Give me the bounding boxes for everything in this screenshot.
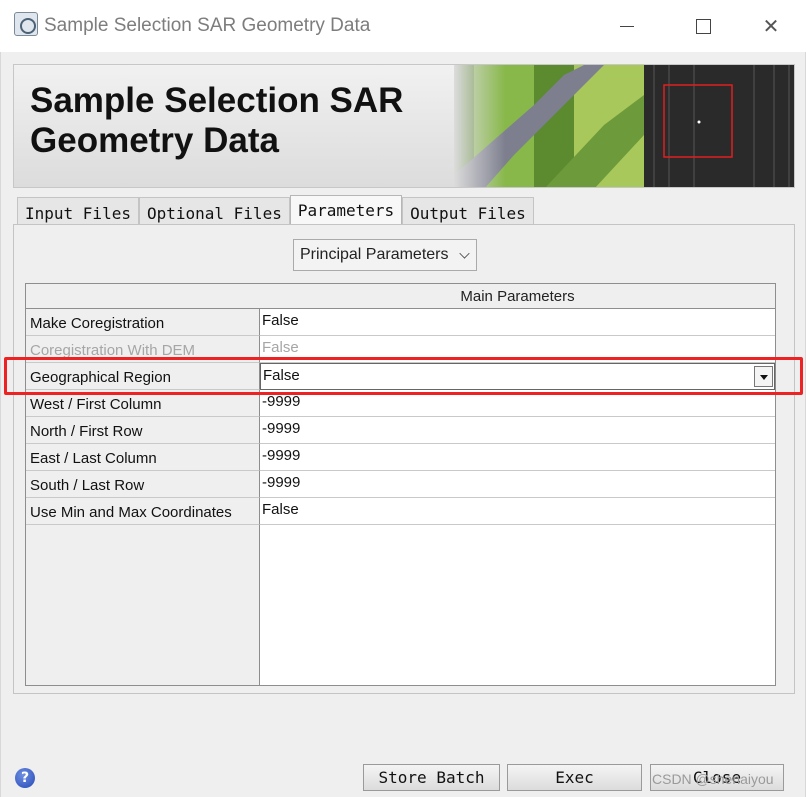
- row-value[interactable]: -9999: [260, 417, 775, 444]
- help-icon[interactable]: ?: [15, 768, 35, 788]
- window-title: Sample Selection SAR Geometry Data: [44, 15, 371, 36]
- close-window-button[interactable]: ✕: [748, 8, 794, 44]
- store-batch-button[interactable]: Store Batch: [363, 764, 500, 791]
- table-row: South / Last Row -9999: [26, 471, 775, 498]
- minimize-button[interactable]: [604, 8, 650, 44]
- row-value-dropdown[interactable]: False: [260, 363, 775, 390]
- banner-sar-image: [454, 65, 794, 187]
- tab-input-files[interactable]: Input Files: [17, 197, 139, 225]
- parameters-table: Main Parameters Make Coregistration Fals…: [25, 283, 776, 686]
- row-value: False: [260, 336, 775, 363]
- minimize-icon: [620, 25, 634, 27]
- app-icon: [14, 12, 38, 36]
- maximize-icon: [695, 18, 711, 34]
- close-icon: ✕: [762, 14, 780, 38]
- table-column-header: Main Parameters: [260, 284, 775, 309]
- row-label: North / First Row: [26, 417, 260, 444]
- table-row: Geographical Region False: [26, 363, 775, 390]
- parameter-section-label: Principal Parameters: [300, 246, 449, 263]
- dropdown-arrow-icon[interactable]: [754, 366, 773, 387]
- row-value: False: [263, 367, 300, 384]
- row-value[interactable]: -9999: [260, 390, 775, 417]
- table-row: East / Last Column -9999: [26, 444, 775, 471]
- main-panel: Sample Selection SAR Geometry Data Input…: [0, 52, 806, 797]
- table-row: Use Min and Max Coordinates False: [26, 498, 775, 525]
- chevron-down-icon: [459, 248, 470, 259]
- table-row: Make Coregistration False: [26, 309, 775, 336]
- row-label: Coregistration With DEM: [26, 336, 260, 363]
- row-value[interactable]: False: [260, 498, 775, 525]
- parameters-panel: Principal Parameters Main Parameters Mak…: [13, 224, 795, 694]
- parameter-section-select[interactable]: Principal Parameters: [293, 239, 477, 271]
- row-label: East / Last Column: [26, 444, 260, 471]
- banner: Sample Selection SAR Geometry Data: [13, 64, 795, 188]
- row-label: Use Min and Max Coordinates: [26, 498, 260, 525]
- banner-title: Sample Selection SAR Geometry Data: [30, 81, 404, 160]
- maximize-button[interactable]: [680, 8, 726, 44]
- row-value[interactable]: -9999: [260, 444, 775, 471]
- row-value[interactable]: -9999: [260, 471, 775, 498]
- tab-bar: Input Files Optional Files Parameters Ou…: [17, 195, 534, 225]
- row-label: South / Last Row: [26, 471, 260, 498]
- watermark: CSDN @shenaiyou: [652, 771, 774, 787]
- row-label: Make Coregistration: [26, 309, 260, 336]
- table-row: Coregistration With DEM False: [26, 336, 775, 363]
- row-value[interactable]: False: [260, 309, 775, 336]
- row-label: West / First Column: [26, 390, 260, 417]
- table-row: West / First Column -9999: [26, 390, 775, 417]
- tab-output-files[interactable]: Output Files: [402, 197, 534, 225]
- tab-optional-files[interactable]: Optional Files: [138, 197, 290, 225]
- window-titlebar: Sample Selection SAR Geometry Data ✕: [0, 0, 806, 52]
- table-corner-header: [26, 284, 260, 309]
- row-label: Geographical Region: [26, 363, 260, 390]
- tab-parameters[interactable]: Parameters: [289, 195, 403, 225]
- exec-button[interactable]: Exec: [507, 764, 642, 791]
- table-row: North / First Row -9999: [26, 417, 775, 444]
